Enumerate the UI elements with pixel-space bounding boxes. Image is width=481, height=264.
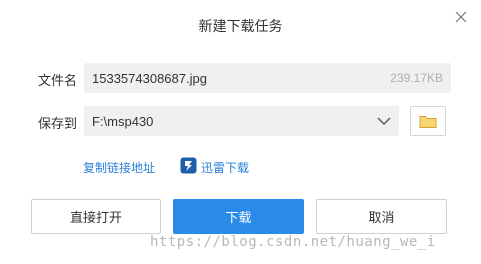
filename-label: 文件名 bbox=[38, 74, 78, 89]
thunder-icon[interactable] bbox=[180, 157, 197, 174]
save-path-value: F:\msp430 bbox=[92, 113, 154, 129]
saveto-label: 保存到 bbox=[38, 117, 78, 132]
filename-value: 1533574308687.jpg bbox=[92, 70, 207, 86]
download-button[interactable]: 下载 bbox=[173, 199, 304, 234]
cancel-button[interactable]: 取消 bbox=[316, 199, 447, 234]
filename-field[interactable]: 1533574308687.jpg 239.17KB bbox=[84, 63, 451, 93]
dialog-title: 新建下载任务 bbox=[198, 19, 283, 35]
save-path-select[interactable]: F:\msp430 bbox=[84, 106, 399, 136]
thunder-download-link[interactable]: 迅雷下载 bbox=[201, 159, 249, 176]
folder-icon bbox=[419, 114, 437, 129]
close-icon[interactable] bbox=[453, 9, 469, 25]
chevron-down-icon bbox=[377, 116, 391, 126]
download-dialog: 新建下载任务 文件名 1533574308687.jpg 239.17KB 保存… bbox=[0, 0, 481, 264]
file-size: 239.17KB bbox=[390, 71, 443, 85]
copy-link-address[interactable]: 复制链接地址 bbox=[83, 159, 155, 176]
watermark: https://blog.csdn.net/huang_we_i bbox=[150, 234, 436, 250]
browse-folder-button[interactable] bbox=[410, 106, 446, 136]
open-directly-button[interactable]: 直接打开 bbox=[31, 199, 161, 234]
